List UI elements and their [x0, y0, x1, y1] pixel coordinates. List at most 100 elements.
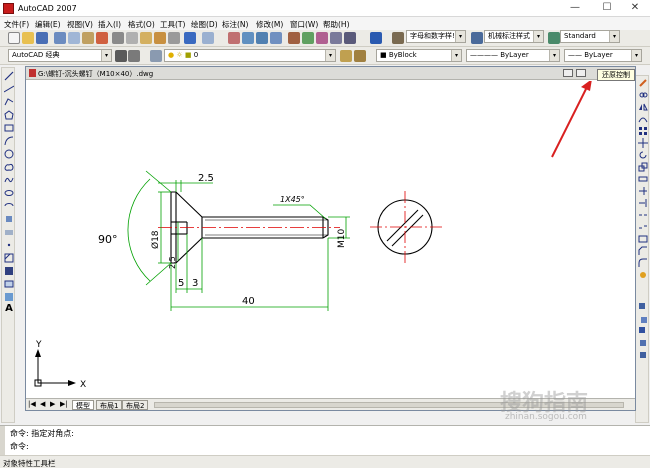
undo-icon[interactable] [184, 32, 196, 44]
cut-icon[interactable] [112, 32, 124, 44]
doc-minimize-button[interactable] [563, 69, 573, 77]
extend-icon[interactable] [638, 198, 648, 208]
bring-to-front-icon[interactable] [638, 314, 648, 324]
model-canvas[interactable]: Y X 2.5 1X45° 90° Ø18 2.5 5 3 40 M10 [28, 81, 633, 397]
workspace-dropdown[interactable]: AutoCAD 经典 ▾ [8, 49, 112, 62]
ellipse-icon[interactable] [4, 188, 14, 198]
tool-palettes-icon[interactable] [316, 32, 328, 44]
pan-icon[interactable] [228, 32, 240, 44]
scale-icon[interactable] [638, 162, 648, 172]
tab-prev-icon[interactable]: ◀ [40, 400, 45, 408]
properties-icon[interactable] [288, 32, 300, 44]
fillet-icon[interactable] [638, 258, 648, 268]
maximize-button[interactable]: ☐ [592, 0, 622, 17]
line-icon[interactable] [4, 71, 14, 81]
explode-icon[interactable] [638, 270, 648, 280]
layer-previous-icon[interactable] [354, 50, 366, 62]
menu-view[interactable]: 视图(V) [67, 19, 93, 30]
menu-help[interactable]: 帮助(H) [323, 19, 350, 30]
print-icon[interactable] [54, 32, 66, 44]
sheet-set-icon[interactable] [330, 32, 342, 44]
doc-restore-button[interactable] [576, 69, 586, 77]
arc-icon[interactable] [4, 136, 14, 146]
menu-file[interactable]: 文件(F) [4, 19, 29, 30]
markup-icon[interactable] [344, 32, 356, 44]
offset-icon[interactable] [638, 114, 648, 124]
table-style-dropdown[interactable]: Standard ▾ [560, 30, 620, 43]
text-style-icon[interactable] [392, 32, 404, 44]
dim-style-icon[interactable] [471, 32, 483, 44]
circle-icon[interactable] [4, 149, 14, 159]
tab-layout2[interactable]: 布局2 [122, 400, 149, 410]
redo-icon[interactable] [202, 32, 214, 44]
menu-insert[interactable]: 插入(I) [98, 19, 121, 30]
break-icon[interactable] [638, 222, 648, 232]
save-icon[interactable] [36, 32, 48, 44]
mirror-icon[interactable] [638, 102, 648, 112]
ellipse-arc-icon[interactable] [4, 201, 14, 211]
command-grip[interactable] [0, 426, 5, 456]
menu-modify[interactable]: 修改(M) [256, 19, 283, 30]
plot-icon[interactable] [96, 32, 108, 44]
stretch-icon[interactable] [638, 174, 648, 184]
zoom-window-icon[interactable] [256, 32, 268, 44]
hatch-icon[interactable] [4, 253, 14, 263]
workspace-settings-icon[interactable] [115, 50, 127, 62]
polygon-icon[interactable] [4, 110, 14, 120]
layer-manager-icon[interactable] [150, 50, 162, 62]
break-at-point-icon[interactable] [638, 210, 648, 220]
send-under-icon[interactable] [638, 350, 648, 360]
block-editor-icon[interactable] [168, 32, 180, 44]
point-icon[interactable] [4, 240, 14, 250]
gradient-icon[interactable] [4, 266, 14, 276]
zoom-previous-icon[interactable] [270, 32, 282, 44]
workspace-save-icon[interactable] [128, 50, 140, 62]
paste-icon[interactable] [140, 32, 152, 44]
minimize-button[interactable]: — [560, 0, 590, 17]
erase-icon[interactable] [638, 78, 648, 88]
region-icon[interactable] [4, 279, 14, 289]
trim-icon[interactable] [638, 186, 648, 196]
menu-window[interactable]: 窗口(W) [290, 19, 318, 30]
draw-order-icon[interactable] [638, 302, 648, 312]
dim-style-dropdown[interactable]: 机械标注样式 ▾ [484, 30, 544, 43]
lineweight-dropdown[interactable]: —— ByLayer ▾ [564, 49, 642, 62]
chamfer-icon[interactable] [638, 246, 648, 256]
tab-last-icon[interactable]: ▶| [60, 400, 68, 408]
tab-layout1[interactable]: 布局1 [96, 400, 123, 410]
menu-format[interactable]: 格式(O) [128, 19, 155, 30]
linetype-dropdown[interactable]: ———— ByLayer ▾ [466, 49, 560, 62]
make-layer-current-icon[interactable] [340, 50, 352, 62]
command-window[interactable]: 命令: 指定对角点: 命令: [0, 425, 650, 456]
text-style-dropdown[interactable]: 字母和数字样! ▾ [406, 30, 466, 43]
polyline-icon[interactable] [4, 97, 14, 107]
copy-object-icon[interactable] [638, 90, 648, 100]
help-icon[interactable] [370, 32, 382, 44]
rectangle-icon[interactable] [4, 123, 14, 133]
tab-next-icon[interactable]: ▶ [50, 400, 55, 408]
insert-block-icon[interactable] [4, 214, 14, 224]
command-prompt[interactable]: 命令: [10, 441, 29, 452]
open-folder-icon[interactable] [22, 32, 34, 44]
array-icon[interactable] [638, 126, 648, 136]
print-preview-icon[interactable] [68, 32, 80, 44]
construction-line-icon[interactable] [4, 84, 14, 94]
multiline-text-icon[interactable]: A [4, 304, 14, 314]
send-to-back-icon[interactable] [638, 326, 648, 336]
table-icon[interactable] [4, 292, 14, 302]
drawing-window[interactable]: G:\螺钉-沉头螺钉（M10×40）.dwg Y X 2.5 1X45° 90°… [25, 66, 636, 411]
join-icon[interactable] [638, 234, 648, 244]
move-icon[interactable] [638, 138, 648, 148]
close-button[interactable]: ✕ [620, 0, 650, 17]
tab-first-icon[interactable]: |◀ [28, 400, 36, 408]
menu-edit[interactable]: 编辑(E) [35, 19, 61, 30]
new-file-icon[interactable] [8, 32, 20, 44]
design-center-icon[interactable] [302, 32, 314, 44]
table-style-icon[interactable] [548, 32, 560, 44]
color-dropdown[interactable]: ■ ByBlock ▾ [376, 49, 462, 62]
match-properties-icon[interactable] [154, 32, 166, 44]
menu-draw[interactable]: 绘图(D) [191, 19, 218, 30]
publish-icon[interactable] [82, 32, 94, 44]
spline-icon[interactable] [4, 175, 14, 185]
menu-dimension[interactable]: 标注(N) [222, 19, 248, 30]
